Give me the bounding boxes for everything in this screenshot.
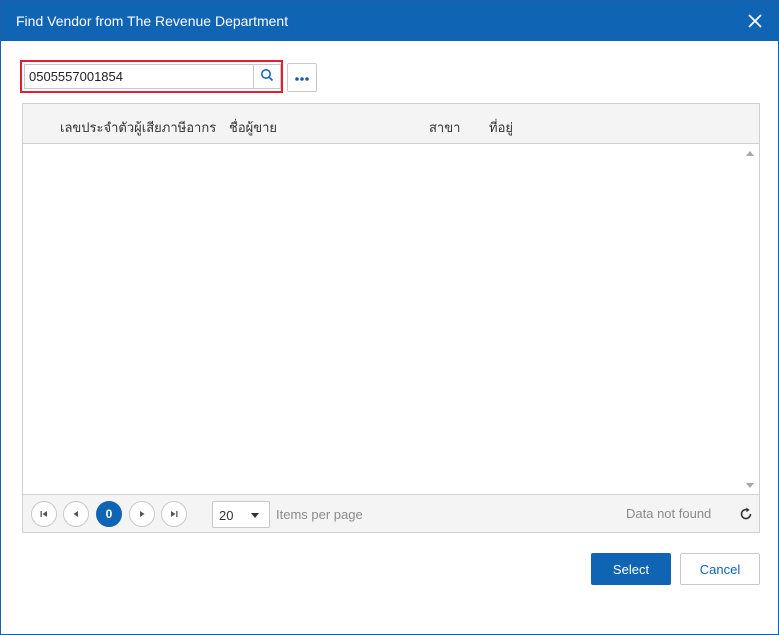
vertical-scrollbar[interactable] xyxy=(742,145,759,494)
search-icon xyxy=(260,68,274,85)
more-options-button[interactable] xyxy=(287,63,317,92)
pager: 0 20 Items per page Data not found xyxy=(23,494,759,532)
search-box xyxy=(20,60,283,93)
column-header-vendor-name[interactable]: ชื่อผู้ขาย xyxy=(229,117,277,138)
vendor-grid: เลขประจำตัวผู้เสียภาษีอากร ชื่อผู้ขาย สา… xyxy=(22,103,760,533)
column-header-branch[interactable]: สาขา xyxy=(429,117,460,138)
next-page-button[interactable] xyxy=(129,501,155,527)
current-page-button[interactable]: 0 xyxy=(96,501,122,527)
items-per-page-label: Items per page xyxy=(276,507,363,522)
pager-status: Data not found xyxy=(626,506,712,521)
cancel-button[interactable]: Cancel xyxy=(680,553,760,585)
page-size-select[interactable]: 20 xyxy=(212,501,270,528)
prev-page-icon xyxy=(71,507,81,522)
scroll-up-icon[interactable] xyxy=(746,151,754,156)
dialog-titlebar: Find Vendor from The Revenue Department xyxy=(1,1,778,41)
refresh-icon[interactable] xyxy=(738,506,754,522)
select-button[interactable]: Select xyxy=(591,553,671,585)
last-page-button[interactable] xyxy=(161,501,187,527)
dialog-title: Find Vendor from The Revenue Department xyxy=(16,13,289,29)
search-input[interactable] xyxy=(24,64,254,89)
prev-page-button[interactable] xyxy=(63,501,89,527)
column-header-address[interactable]: ที่อยู่ xyxy=(489,117,513,138)
page-size-value: 20 xyxy=(219,508,234,523)
grid-body xyxy=(23,145,759,494)
chevron-down-icon xyxy=(251,513,259,518)
first-page-button[interactable] xyxy=(31,501,57,527)
column-header-tax-id[interactable]: เลขประจำตัวผู้เสียภาษีอากร xyxy=(60,117,216,138)
scroll-down-icon[interactable] xyxy=(746,483,754,488)
first-page-icon xyxy=(39,507,49,522)
find-vendor-dialog: Find Vendor from The Revenue Department … xyxy=(0,0,779,635)
next-page-icon xyxy=(137,507,147,522)
ellipsis-icon xyxy=(294,70,310,85)
close-icon[interactable] xyxy=(745,11,765,31)
grid-header: เลขประจำตัวผู้เสียภาษีอากร ชื่อผู้ขาย สา… xyxy=(23,104,759,144)
last-page-icon xyxy=(169,507,179,522)
search-button[interactable] xyxy=(253,64,281,89)
